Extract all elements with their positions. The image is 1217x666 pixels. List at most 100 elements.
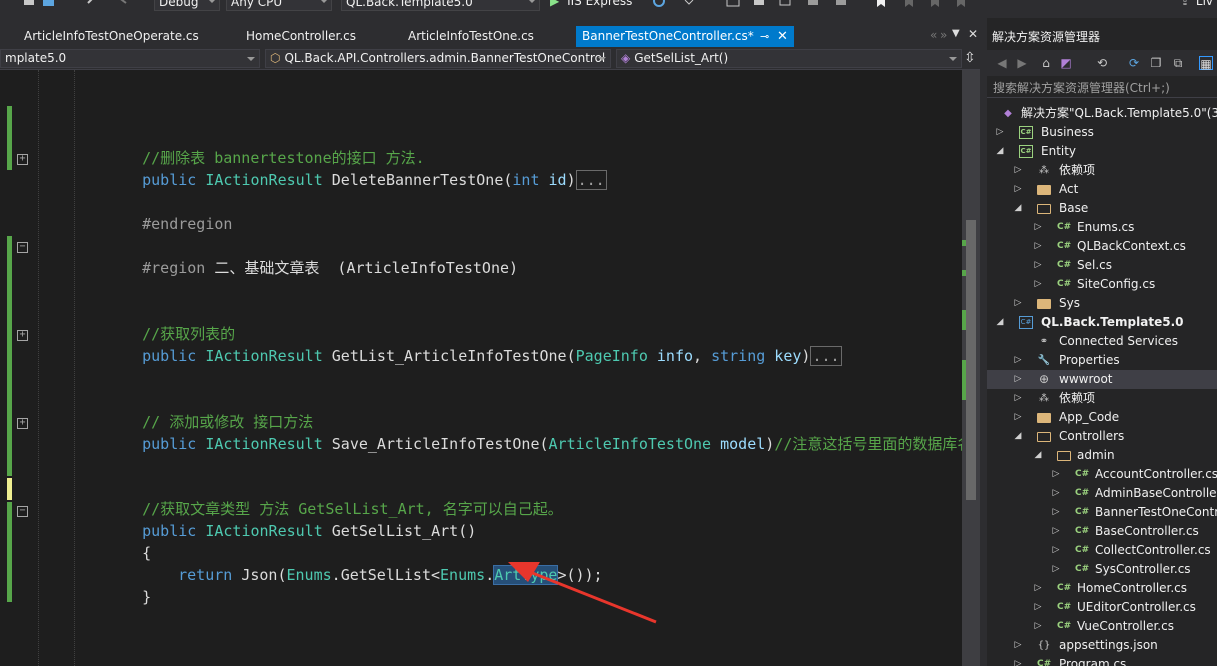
tab-homecontroller[interactable]: HomeController.cs	[246, 26, 356, 47]
toolbar-icon[interactable]	[806, 0, 820, 9]
fold-collapse-toggle[interactable]: −	[17, 242, 28, 253]
expand-arrow-icon[interactable]: ▷	[1033, 579, 1043, 598]
code-editor[interactable]: + − + + − //删除表 bannertestone的接口 方法. pub…	[0, 70, 962, 666]
tree-item-wwwroot[interactable]: ▷ ⊕ wwwroot	[987, 370, 1217, 389]
tree-item-properties[interactable]: ▷ 🔧 Properties	[987, 351, 1217, 370]
project-dropdown[interactable]: mplate5.0	[0, 49, 260, 68]
solution-explorer-search-input[interactable]: 搜索解决方案资源管理器(Ctrl+;)	[987, 78, 1217, 98]
tree-item-qlbackcontext-cs[interactable]: ▷ C# QLBackContext.cs	[987, 237, 1217, 256]
expand-arrow-icon[interactable]: ▷	[1013, 370, 1023, 389]
switch-views-icon[interactable]: ◩	[1059, 56, 1073, 70]
show-all-files-icon[interactable]: ▦	[1199, 56, 1213, 71]
tree-item-accountcontroller-cs[interactable]: ▷ C# AccountController.cs	[987, 465, 1217, 484]
expand-arrow-icon[interactable]: ▷	[1013, 351, 1023, 370]
collapse-arrow-icon[interactable]: ◢	[995, 142, 1005, 161]
expand-arrow-icon[interactable]: ▷	[1013, 161, 1023, 180]
expand-arrow-icon[interactable]: ▷	[1013, 408, 1023, 427]
tree-item-dependencies[interactable]: ▷ ⁂ 依赖项	[987, 389, 1217, 408]
expand-arrow-icon[interactable]: ▷	[1033, 617, 1043, 636]
tree-item-siteconfig-cs[interactable]: ▷ C# SiteConfig.cs	[987, 275, 1217, 294]
tree-item-base[interactable]: ◢ Base	[987, 199, 1217, 218]
expand-arrow-icon[interactable]: ▷	[1033, 218, 1043, 237]
collapse-arrow-icon[interactable]: ◢	[1013, 199, 1023, 218]
sync-icon[interactable]: ⟳	[1127, 56, 1141, 70]
expand-arrow-icon[interactable]: ▷	[1013, 180, 1023, 199]
tree-item-admin[interactable]: ◢ admin	[987, 446, 1217, 465]
expand-arrow-icon[interactable]: ▷	[1013, 655, 1023, 666]
collapse-all-icon[interactable]: ❐	[1149, 56, 1163, 70]
collapse-arrow-icon[interactable]: ◢	[1013, 427, 1023, 446]
selected-text-arttype[interactable]: ArtType	[493, 565, 559, 585]
tree-item-syscontroller-cs[interactable]: ▷ C# SysController.cs	[987, 560, 1217, 579]
tree-item-basecontroller-cs[interactable]: ▷ C# BaseController.cs	[987, 522, 1217, 541]
startup-project-select[interactable]: QL.Back.Template5.0	[341, 0, 540, 11]
tree-item-app-code[interactable]: ▷ App_Code	[987, 408, 1217, 427]
toolbar-icon[interactable]	[834, 0, 848, 9]
copy-icon[interactable]: ⧉	[1171, 56, 1185, 70]
tree-item-solution[interactable]: ◆ 解决方案"QL.Back.Template5.0"(3	[987, 104, 1217, 123]
expand-arrow-icon[interactable]: ▷	[1013, 294, 1023, 313]
expand-arrow-icon[interactable]: ▷	[1051, 541, 1061, 560]
tree-item-collectcontroller-cs[interactable]: ▷ C# CollectController.cs	[987, 541, 1217, 560]
close-icon[interactable]: ✕	[777, 26, 788, 47]
expand-arrow-icon[interactable]: ▷	[1033, 256, 1043, 275]
expand-arrow-icon[interactable]: ▷	[1051, 522, 1061, 541]
tree-item-appsettings-json[interactable]: ▷ {} appsettings.json	[987, 636, 1217, 655]
solution-config-icon[interactable]	[22, 0, 36, 9]
tree-item-adminbasecontroller[interactable]: ▷ C# AdminBaseController	[987, 484, 1217, 503]
panel-splitter[interactable]	[980, 18, 987, 666]
back-icon[interactable]: ◀	[995, 56, 1009, 70]
tab-bannertestonecontroller[interactable]: BannerTestOneController.cs* ⊸ ✕	[576, 26, 794, 47]
chevron-down-icon[interactable]	[682, 0, 696, 9]
tab-articleinfotestoneoperate[interactable]: ArticleInfoTestOneOperate.cs	[24, 26, 199, 47]
tree-item-homecontroller-cs[interactable]: ▷ C# HomeController.cs	[987, 579, 1217, 598]
tree-item-sel-cs[interactable]: ▷ C# Sel.cs	[987, 256, 1217, 275]
bookmark-prev-icon[interactable]	[902, 0, 916, 9]
fold-expand-toggle[interactable]: +	[17, 418, 28, 429]
expand-arrow-icon[interactable]: ▷	[1051, 465, 1061, 484]
fold-expand-toggle[interactable]: +	[17, 154, 28, 165]
pending-changes-filter-icon[interactable]: ⟲	[1095, 56, 1109, 70]
tree-item-bannertestonecontroller[interactable]: ▷ C# BannerTestOneContr	[987, 503, 1217, 522]
tree-item-vuecontroller-cs[interactable]: ▷ C# VueController.cs	[987, 617, 1217, 636]
save-all-icon[interactable]	[42, 0, 56, 9]
tab-scroll-icon[interactable]: »	[940, 28, 947, 42]
bookmark-icon[interactable]	[874, 0, 888, 9]
tab-overflow-icon[interactable]: «	[930, 28, 937, 42]
expand-arrow-icon[interactable]: ▷	[1013, 636, 1023, 655]
expand-arrow-icon[interactable]: ▷	[1051, 503, 1061, 522]
editor-vertical-scrollbar[interactable]	[962, 70, 980, 666]
collapsed-block[interactable]: ...	[575, 170, 607, 190]
expand-arrow-icon[interactable]: ▷	[995, 123, 1005, 142]
expand-arrow-icon[interactable]: ▷	[1013, 389, 1023, 408]
tree-item-sys[interactable]: ▷ Sys	[987, 294, 1217, 313]
redo-icon[interactable]	[116, 0, 130, 9]
tree-item-act[interactable]: ▷ Act	[987, 180, 1217, 199]
type-dropdown[interactable]: ⬡ QL.Back.API.Controllers.admin.BannerTes…	[265, 49, 611, 68]
pin-icon[interactable]: ⊸	[760, 26, 769, 47]
tab-list-dropdown-icon[interactable]: ▼	[952, 28, 960, 39]
fold-collapse-toggle[interactable]: −	[17, 506, 28, 517]
live-share-button[interactable]: ⇪ Liv	[1180, 0, 1213, 11]
bookmark-next-icon[interactable]	[928, 0, 942, 9]
collapsed-block[interactable]: ...	[810, 346, 842, 366]
tree-item-controllers[interactable]: ◢ Controllers	[987, 427, 1217, 446]
expand-arrow-icon[interactable]: ▷	[1033, 237, 1043, 256]
tree-item-program-cs[interactable]: ▷ C# Program.cs	[987, 655, 1217, 666]
tree-item-business[interactable]: ▷ C# Business	[987, 123, 1217, 142]
bookmark-clear-icon[interactable]	[954, 0, 968, 9]
refresh-icon[interactable]	[652, 0, 666, 9]
run-button[interactable]: ▶ IIS Express	[550, 0, 632, 11]
home-icon[interactable]: ⌂	[1039, 56, 1053, 70]
undo-icon[interactable]	[86, 0, 100, 9]
tree-item-ql-back-template[interactable]: ◢ C# QL.Back.Template5.0	[987, 313, 1217, 332]
browser-link-icon[interactable]	[726, 0, 740, 9]
scrollbar-thumb[interactable]	[966, 220, 976, 500]
tree-item-ueditorcontroller-cs[interactable]: ▷ C# UEditorController.cs	[987, 598, 1217, 617]
member-dropdown[interactable]: ◈ GetSelList_Art()	[616, 49, 962, 68]
tree-item-enums-cs[interactable]: ▷ C# Enums.cs	[987, 218, 1217, 237]
collapse-arrow-icon[interactable]: ◢	[1033, 446, 1043, 465]
split-editor-icon[interactable]: ⇳	[964, 50, 976, 66]
expand-arrow-icon[interactable]: ▷	[1051, 484, 1061, 503]
collapse-arrow-icon[interactable]: ◢	[995, 313, 1005, 332]
